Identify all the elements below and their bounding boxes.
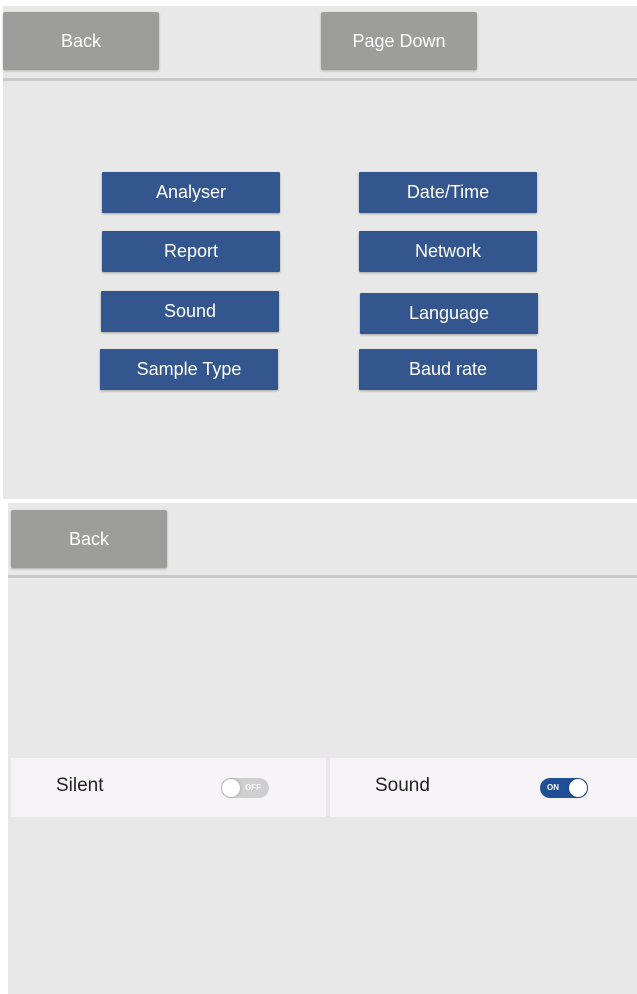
back-button[interactable]: Back bbox=[3, 12, 159, 70]
language-button[interactable]: Language bbox=[360, 293, 538, 334]
baud-rate-button[interactable]: Baud rate bbox=[359, 349, 537, 390]
toggle-state-text: ON bbox=[547, 783, 559, 792]
sound-toolbar: Back bbox=[8, 503, 637, 575]
silent-toggle[interactable]: OFF bbox=[221, 778, 269, 798]
sound-label: Sound bbox=[375, 775, 430, 796]
sound-button[interactable]: Sound bbox=[101, 291, 279, 332]
toolbar-divider bbox=[3, 78, 637, 81]
sound-option: Sound ON bbox=[330, 758, 637, 817]
top-toolbar: Back Page Down bbox=[3, 6, 637, 78]
toolbar-divider bbox=[8, 575, 637, 578]
silent-option: Silent OFF bbox=[11, 758, 326, 817]
sample-type-button[interactable]: Sample Type bbox=[100, 349, 278, 390]
sound-toggle[interactable]: ON bbox=[540, 778, 588, 798]
silent-label: Silent bbox=[56, 775, 104, 796]
date-time-button[interactable]: Date/Time bbox=[359, 172, 537, 213]
toggle-state-text: OFF bbox=[245, 783, 261, 792]
toggle-knob bbox=[569, 779, 587, 797]
back-button[interactable]: Back bbox=[11, 510, 167, 568]
report-button[interactable]: Report bbox=[102, 231, 280, 272]
settings-menu-screen: Back Page Down Analyser Date/Time Report… bbox=[3, 6, 637, 499]
page-down-button[interactable]: Page Down bbox=[321, 12, 477, 70]
sound-settings-screen: Back Silent OFF Sound ON bbox=[8, 503, 637, 994]
network-button[interactable]: Network bbox=[359, 231, 537, 272]
analyser-button[interactable]: Analyser bbox=[102, 172, 280, 213]
toggle-knob bbox=[222, 779, 240, 797]
